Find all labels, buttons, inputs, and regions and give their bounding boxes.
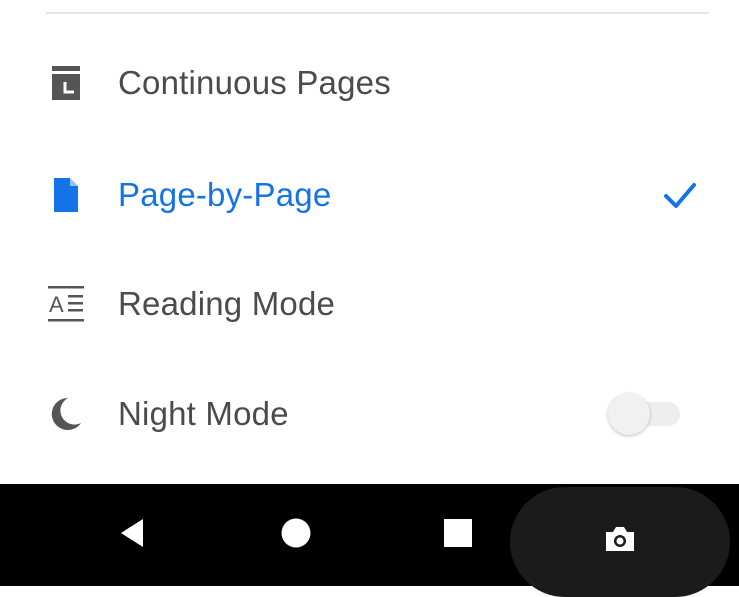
page-icon <box>44 173 88 217</box>
view-mode-sheet: Continuous Pages Page-by-Page A Reading … <box>0 0 739 484</box>
menu-item-label: Page-by-Page <box>118 176 332 213</box>
toggle-thumb <box>608 393 650 435</box>
recents-icon <box>441 516 475 555</box>
menu-item-reading-mode[interactable]: A Reading Mode <box>0 264 739 344</box>
night-mode-toggle[interactable] <box>604 392 686 436</box>
camera-button[interactable] <box>590 516 650 566</box>
menu-item-label: Continuous Pages <box>118 64 391 101</box>
camera-icon <box>603 524 637 559</box>
continuous-pages-icon <box>44 61 88 105</box>
menu-item-label: Reading Mode <box>118 285 336 322</box>
moon-icon <box>44 392 88 436</box>
menu-item-page-by-page[interactable]: Page-by-Page <box>0 155 739 235</box>
home-icon <box>279 516 313 555</box>
menu-item-label: Night Mode <box>118 395 289 432</box>
checkmark-icon <box>660 175 700 215</box>
home-button[interactable] <box>256 484 336 586</box>
divider <box>46 12 709 14</box>
recents-button[interactable] <box>418 484 498 586</box>
menu-item-continuous-pages[interactable]: Continuous Pages <box>0 43 739 123</box>
back-icon <box>115 516 149 555</box>
svg-text:A: A <box>49 292 64 317</box>
back-button[interactable] <box>92 484 172 586</box>
menu-item-night-mode[interactable]: Night Mode <box>0 374 739 454</box>
reading-mode-icon: A <box>44 282 88 326</box>
